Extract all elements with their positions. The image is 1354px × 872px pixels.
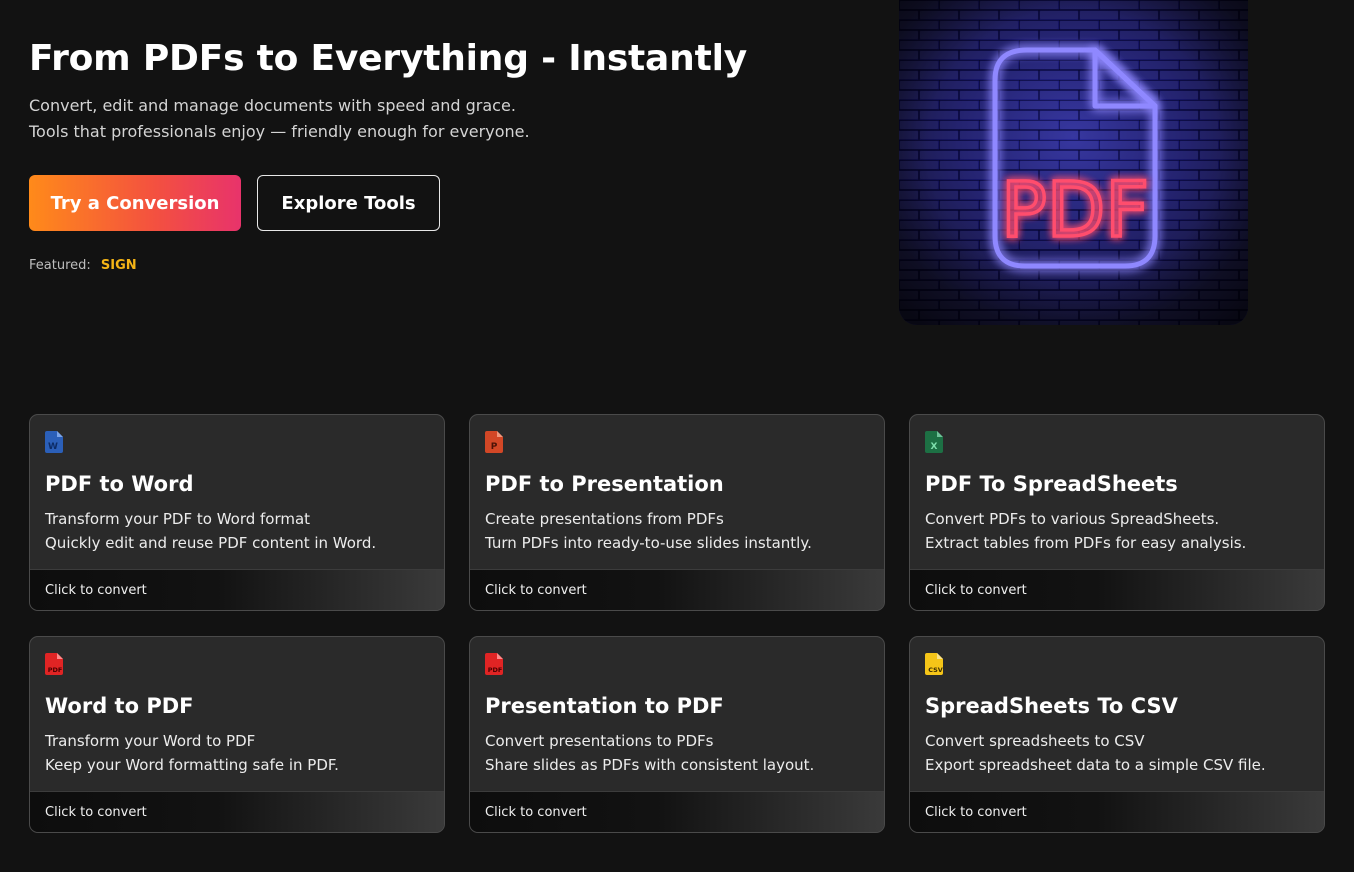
neon-pdf-label: PDF — [1001, 165, 1149, 254]
card-pdf-to-word[interactable]: W PDF to Word Transform your PDF to Word… — [29, 414, 445, 611]
click-to-convert-label: Click to convert — [925, 805, 1027, 820]
featured-row: Featured: SIGN — [29, 258, 137, 273]
card-description-line1: Convert PDFs to various SpreadSheets. — [925, 510, 1220, 528]
explore-tools-button[interactable]: Explore Tools — [257, 175, 440, 231]
svg-text:P: P — [491, 442, 498, 452]
card-description-line1: Transform your Word to PDF — [45, 732, 256, 750]
card-pdf-to-spreadsheets[interactable]: X PDF To SpreadSheets Convert PDFs to va… — [909, 414, 1325, 611]
csv-file-icon: CSV — [925, 653, 943, 675]
card-description: Transform your PDF to Word format Quickl… — [45, 507, 376, 555]
pdf-file-icon: PDF — [45, 653, 63, 675]
card-footer[interactable]: Click to convert — [470, 569, 884, 610]
card-footer[interactable]: Click to convert — [910, 569, 1324, 610]
card-description: Convert PDFs to various SpreadSheets. Ex… — [925, 507, 1246, 555]
hero-subtitle-line2: Tools that professionals enjoy — friendl… — [29, 122, 530, 141]
card-footer[interactable]: Click to convert — [30, 569, 444, 610]
card-description: Transform your Word to PDF Keep your Wor… — [45, 729, 339, 777]
card-description-line2: Share slides as PDFs with consistent lay… — [485, 756, 815, 774]
card-description: Create presentations from PDFs Turn PDFs… — [485, 507, 812, 555]
card-description-line1: Convert presentations to PDFs — [485, 732, 714, 750]
card-footer[interactable]: Click to convert — [470, 791, 884, 832]
hero-title: From PDFs to Everything - Instantly — [29, 38, 747, 79]
card-footer[interactable]: Click to convert — [30, 791, 444, 832]
card-title: PDF to Word — [45, 472, 194, 496]
try-conversion-button[interactable]: Try a Conversion — [29, 175, 241, 231]
featured-label: Featured: — [29, 258, 91, 273]
click-to-convert-label: Click to convert — [485, 805, 587, 820]
card-description-line1: Transform your PDF to Word format — [45, 510, 311, 528]
svg-text:W: W — [48, 442, 58, 452]
card-title: PDF To SpreadSheets — [925, 472, 1178, 496]
svg-text:PDF: PDF — [488, 666, 503, 674]
card-description-line2: Extract tables from PDFs for easy analys… — [925, 534, 1247, 552]
card-title: Word to PDF — [45, 694, 194, 718]
card-description: Convert presentations to PDFs Share slid… — [485, 729, 814, 777]
card-word-to-pdf[interactable]: PDF Word to PDF Transform your Word to P… — [29, 636, 445, 833]
click-to-convert-label: Click to convert — [485, 583, 587, 598]
card-description-line1: Convert spreadsheets to CSV — [925, 732, 1145, 750]
click-to-convert-label: Click to convert — [925, 583, 1027, 598]
card-footer[interactable]: Click to convert — [910, 791, 1324, 832]
card-description-line1: Create presentations from PDFs — [485, 510, 724, 528]
excel-file-icon: X — [925, 431, 943, 453]
card-title: PDF to Presentation — [485, 472, 724, 496]
hero-subtitle: Convert, edit and manage documents with … — [29, 93, 530, 145]
featured-sign-link[interactable]: SIGN — [101, 258, 137, 273]
click-to-convert-label: Click to convert — [45, 805, 147, 820]
page: From PDFs to Everything - Instantly Conv… — [0, 0, 1354, 872]
click-to-convert-label: Click to convert — [45, 583, 147, 598]
card-title: Presentation to PDF — [485, 694, 724, 718]
svg-text:CSV: CSV — [928, 666, 943, 674]
pdf-file-icon: PDF — [485, 653, 503, 675]
neon-pdf-file-icon: PDF — [899, 0, 1248, 325]
card-presentation-to-pdf[interactable]: PDF Presentation to PDF Convert presenta… — [469, 636, 885, 833]
svg-text:X: X — [931, 442, 938, 452]
svg-text:PDF: PDF — [48, 666, 63, 674]
card-spreadsheets-to-csv[interactable]: CSV SpreadSheets To CSV Convert spreadsh… — [909, 636, 1325, 833]
card-description-line2: Export spreadsheet data to a simple CSV … — [925, 756, 1266, 774]
hero-subtitle-line1: Convert, edit and manage documents with … — [29, 96, 516, 115]
word-file-icon: W — [45, 431, 63, 453]
hero-image: PDF — [899, 0, 1248, 325]
card-description-line2: Turn PDFs into ready-to-use slides insta… — [485, 534, 812, 552]
powerpoint-file-icon: P — [485, 431, 503, 453]
card-pdf-to-presentation[interactable]: P PDF to Presentation Create presentatio… — [469, 414, 885, 611]
card-description-line2: Keep your Word formatting safe in PDF. — [45, 756, 339, 774]
card-title: SpreadSheets To CSV — [925, 694, 1178, 718]
card-description: Convert spreadsheets to CSV Export sprea… — [925, 729, 1266, 777]
card-description-line2: Quickly edit and reuse PDF content in Wo… — [45, 534, 377, 552]
